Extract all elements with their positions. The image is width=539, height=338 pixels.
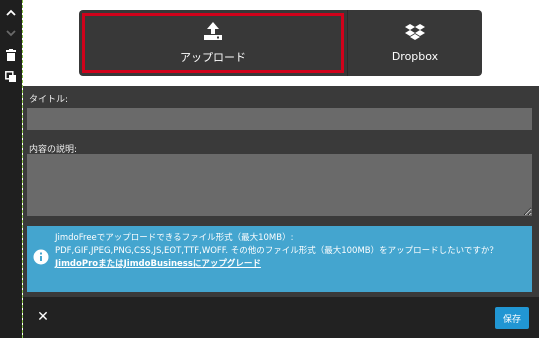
upload-button[interactable]: アップロード [82,13,344,73]
close-button[interactable]: ✕ [35,309,51,325]
description-textarea[interactable] [27,154,532,216]
duplicate-button[interactable] [0,66,22,88]
info-line-1: JimdoFreeでアップロードできるファイル形式（最大10MB）: [55,233,294,243]
chevron-down-icon [6,30,16,37]
move-up-button[interactable] [0,2,22,24]
upgrade-link[interactable]: JimdoProまたはJimdoBusinessにアップグレード [55,258,261,271]
info-line-2: PDF,GIF,JPEG,PNG,CSS,JS,EOT,TTF,WOFF. その… [55,246,498,256]
dropbox-icon [405,23,425,40]
upload-source-toggle: アップロード Dropbox [79,10,482,76]
upload-icon [204,22,222,40]
save-button[interactable]: 保存 [495,307,529,329]
dropbox-button-label: Dropbox [391,49,439,63]
info-icon [33,249,49,265]
upload-button-label: アップロード [180,51,246,64]
delete-button[interactable] [0,44,22,66]
dropbox-button[interactable]: Dropbox [347,10,482,76]
copy-icon [5,71,16,82]
title-input[interactable] [27,108,532,130]
move-down-button[interactable] [0,22,22,44]
left-toolbar [0,0,22,338]
trash-icon [6,49,16,61]
info-text: JimdoFreeでアップロードできるファイル形式（最大10MB）: PDF,G… [55,232,525,271]
title-label: タイトル: [29,95,69,105]
chevron-up-icon [6,9,16,16]
file-format-info-box: JimdoFreeでアップロードできるファイル形式（最大10MB）: PDF,G… [27,226,532,292]
dialog-footer: ✕ 保存 [23,297,539,338]
